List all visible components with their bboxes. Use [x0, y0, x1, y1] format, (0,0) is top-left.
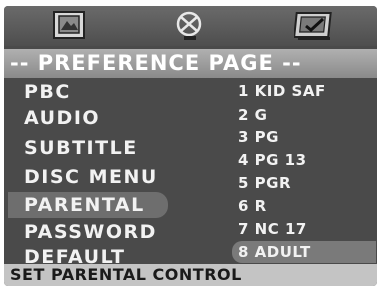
rating-option-6[interactable]: 6 R: [238, 195, 267, 217]
setup-tab-bar: [4, 6, 377, 46]
page-title: -- PREFERENCE PAGE --: [4, 49, 377, 78]
dvd-setup-screen: -- PREFERENCE PAGE -- PBC AUDIO SUBTITLE…: [4, 6, 377, 286]
speaker-setup-icon[interactable]: [172, 10, 206, 44]
menu-item-audio[interactable]: AUDIO: [24, 105, 100, 131]
rating-option-4[interactable]: 4 PG 13: [238, 149, 307, 171]
rating-option-8[interactable]: 8 ADULT: [232, 241, 376, 263]
menu-item-subtitle[interactable]: SUBTITLE: [24, 135, 138, 161]
general-setup-icon[interactable]: [52, 10, 86, 40]
preference-icon[interactable]: [294, 10, 334, 42]
rating-option-5[interactable]: 5 PGR: [238, 172, 291, 194]
menu-item-password[interactable]: PASSWORD: [24, 219, 157, 245]
menu-item-disc-menu[interactable]: DISC MENU: [24, 164, 158, 190]
rating-option-7[interactable]: 7 NC 17: [238, 218, 307, 240]
menu-item-pbc[interactable]: PBC: [24, 79, 71, 105]
rating-option-3[interactable]: 3 PG: [238, 126, 279, 148]
rating-option-2[interactable]: 2 G: [238, 104, 267, 126]
status-bar: SET PARENTAL CONTROL: [4, 264, 377, 286]
rating-option-1[interactable]: 1 KID SAF: [238, 80, 326, 102]
menu-item-parental[interactable]: PARENTAL: [8, 192, 168, 218]
